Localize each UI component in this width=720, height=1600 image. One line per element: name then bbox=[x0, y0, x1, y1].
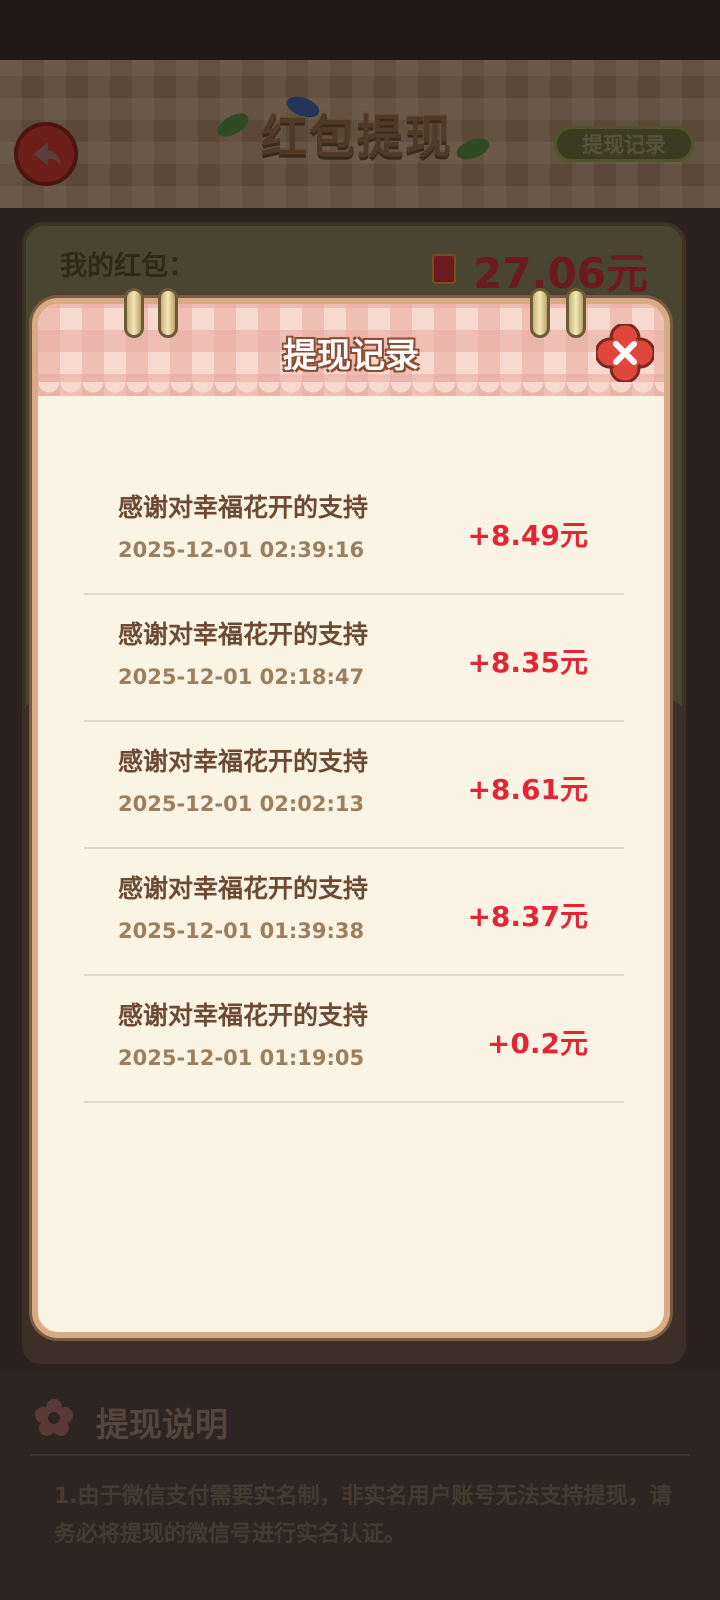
record-time: 2025-12-01 02:39:16 bbox=[118, 538, 365, 562]
page-title: 红包提现 bbox=[261, 110, 453, 164]
record-title: 感谢对幸福花开的支持 bbox=[118, 747, 369, 776]
record-amount: +8.37元 bbox=[467, 900, 588, 933]
binder-ring-icon bbox=[124, 288, 144, 338]
binder-ring-icon bbox=[158, 288, 178, 338]
record-title: 感谢对幸福花开的支持 bbox=[118, 1001, 369, 1030]
record-title: 感谢对幸福花开的支持 bbox=[118, 620, 369, 649]
record-row: 感谢对幸福花开的支持 2025-12-01 01:39:38 +8.37元 bbox=[84, 849, 624, 976]
record-row: 感谢对幸福花开的支持 2025-12-01 01:19:05 +0.2元 bbox=[84, 976, 624, 1103]
close-icon bbox=[596, 324, 654, 382]
record-title: 感谢对幸福花开的支持 bbox=[118, 493, 369, 522]
back-arrow-icon bbox=[34, 142, 61, 166]
info-text: 1.由于微信支付需要实名制，非实名用户账号无法支持提现，请务必将提现的微信号进行… bbox=[54, 1484, 672, 1547]
divider bbox=[30, 1454, 690, 1456]
flower-icon bbox=[35, 1399, 73, 1436]
wallet-label: 我的红包： bbox=[60, 251, 195, 282]
record-time: 2025-12-01 02:02:13 bbox=[118, 792, 365, 816]
modal-header-scallop bbox=[38, 382, 664, 400]
withdraw-record-button[interactable]: 提现记录 bbox=[554, 126, 694, 162]
record-row: 感谢对幸福花开的支持 2025-12-01 02:18:47 +8.35元 bbox=[84, 595, 624, 722]
record-row: 感谢对幸福花开的支持 2025-12-01 02:39:16 +8.49元 bbox=[84, 468, 624, 595]
red-packet-icon bbox=[432, 254, 456, 284]
record-amount: +0.2元 bbox=[486, 1027, 588, 1060]
record-amount: +8.35元 bbox=[467, 646, 588, 679]
record-time: 2025-12-01 01:39:38 bbox=[118, 919, 365, 943]
status-bar bbox=[0, 0, 720, 60]
record-amount: +8.49元 bbox=[467, 519, 588, 552]
record-time: 2025-12-01 02:18:47 bbox=[118, 665, 365, 689]
record-title: 感谢对幸福花开的支持 bbox=[118, 874, 369, 903]
wallet-amount: 27.06元 bbox=[473, 249, 648, 298]
close-button[interactable] bbox=[596, 324, 654, 382]
record-amount: +8.61元 bbox=[467, 773, 588, 806]
record-row: 感谢对幸福花开的支持 2025-12-01 02:02:13 +8.61元 bbox=[84, 722, 624, 849]
record-time: 2025-12-01 01:19:05 bbox=[118, 1046, 365, 1070]
binder-ring-icon bbox=[530, 288, 550, 338]
record-list: 感谢对幸福花开的支持 2025-12-01 02:39:16 +8.49元 感谢… bbox=[84, 468, 624, 1103]
info-title: 提现说明 bbox=[96, 1405, 228, 1444]
back-button[interactable] bbox=[14, 122, 78, 186]
binder-ring-icon bbox=[566, 288, 586, 338]
header-title-art: 红包提现 bbox=[213, 92, 498, 174]
